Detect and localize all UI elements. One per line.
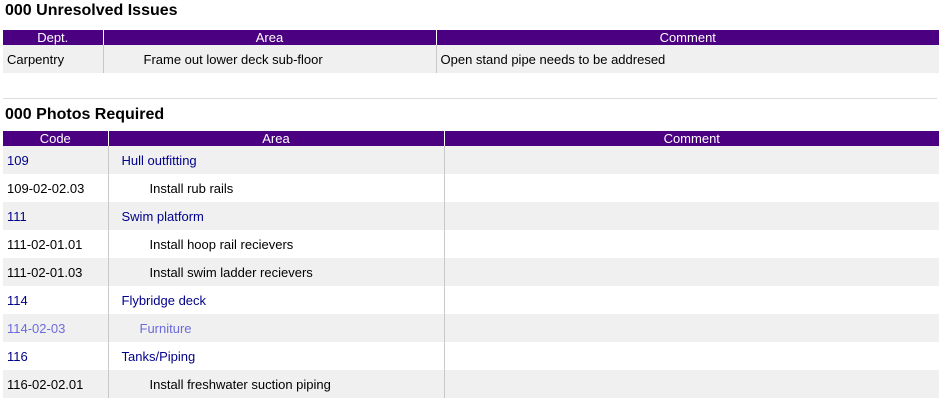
cell-comment: [443, 342, 939, 370]
col-header-code: Code: [3, 131, 108, 146]
col-header-comment: Comment: [443, 131, 939, 146]
table-row: 111-02-01.03 Install swim ladder recieve…: [3, 258, 939, 286]
cell-comment: [443, 370, 939, 398]
cell-comment: Open stand pipe needs to be addresed: [435, 45, 939, 73]
col-header-area: Area: [102, 30, 436, 45]
cell-area: Install rub rails: [107, 174, 444, 202]
table-row: 111-02-01.01 Install hoop rail recievers: [3, 230, 939, 258]
cell-area: Tanks/Piping: [107, 342, 444, 370]
cell-code: 114: [3, 286, 108, 314]
photos-required-title: 000 Photos Required: [5, 106, 165, 123]
cell-area: Install hoop rail recievers: [107, 230, 444, 258]
cell-comment: [443, 202, 939, 230]
section-divider: [3, 98, 937, 99]
cell-comment: [443, 314, 939, 342]
cell-dept: Carpentry: [3, 45, 103, 73]
cell-area: Frame out lower deck sub-floor: [102, 45, 436, 73]
cell-comment: [443, 230, 939, 258]
cell-area: Furniture: [107, 314, 444, 342]
cell-area: Flybridge deck: [107, 286, 444, 314]
cell-comment: [443, 258, 939, 286]
cell-area: Install freshwater suction piping: [107, 370, 444, 398]
cell-comment: [443, 146, 939, 174]
cell-code: 111-02-01.03: [3, 258, 108, 286]
cell-area: Hull outfitting: [107, 146, 444, 174]
cell-code: 111: [3, 202, 108, 230]
cell-code: 114-02-03: [3, 314, 108, 342]
cell-code: 109: [3, 146, 108, 174]
cell-code: 109-02-02.03: [3, 174, 108, 202]
table-row: 109-02-02.03 Install rub rails: [3, 174, 939, 202]
col-header-dept: Dept.: [3, 30, 103, 45]
table-row: 114 Flybridge deck: [3, 286, 939, 314]
table-row: 116-02-02.01 Install freshwater suction …: [3, 370, 939, 398]
unresolved-issues-title: 000 Unresolved Issues: [5, 2, 178, 19]
col-header-area: Area: [107, 131, 444, 146]
cell-comment: [443, 174, 939, 202]
unresolved-header-row: Dept. Area Comment: [3, 30, 939, 45]
cell-code: 111-02-01.01: [3, 230, 108, 258]
table-row: 111 Swim platform: [3, 202, 939, 230]
table-row: 109 Hull outfitting: [3, 146, 939, 174]
photos-required-table: Code Area Comment 109 Hull outfitting 10…: [3, 131, 939, 398]
cell-area: Install swim ladder recievers: [107, 258, 444, 286]
table-row: 114-02-03 Furniture: [3, 314, 939, 342]
cell-code: 116: [3, 342, 108, 370]
table-row: 116 Tanks/Piping: [3, 342, 939, 370]
col-header-comment: Comment: [435, 30, 939, 45]
cell-code: 116-02-02.01: [3, 370, 108, 398]
cell-comment: [443, 286, 939, 314]
cell-area: Swim platform: [107, 202, 444, 230]
unresolved-issues-table: Dept. Area Comment Carpentry Frame out l…: [3, 30, 939, 73]
table-row: Carpentry Frame out lower deck sub-floor…: [3, 45, 939, 73]
photos-header-row: Code Area Comment: [3, 131, 939, 146]
